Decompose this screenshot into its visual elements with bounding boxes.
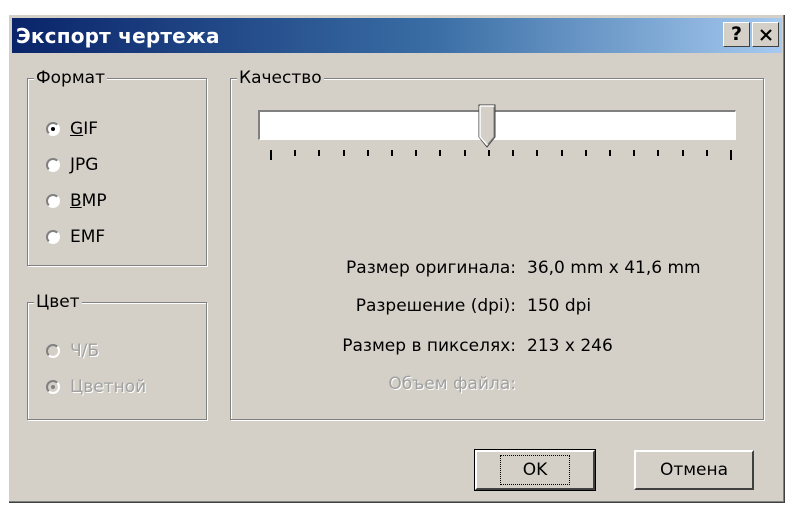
color-group: Цвет Ч/Б Цветной xyxy=(27,291,207,420)
format-legend: Формат xyxy=(34,67,107,89)
slider-tick xyxy=(512,150,515,156)
pixel-size-label: Размер в пикселях: xyxy=(342,336,516,356)
slider-tick xyxy=(294,150,297,156)
radio-checked-icon xyxy=(46,380,60,394)
cancel-button[interactable]: Отмена xyxy=(634,450,754,490)
slider-tick xyxy=(439,150,442,156)
radio-color[interactable]: Цветной xyxy=(46,375,146,399)
color-legend: Цвет xyxy=(34,291,82,313)
radio-bw[interactable]: Ч/Б xyxy=(46,339,99,363)
slider-tick xyxy=(560,150,563,156)
radio-bw-label: Ч/Б xyxy=(70,341,100,361)
original-size-label: Размер оригинала: xyxy=(346,258,516,278)
slider-tick xyxy=(342,150,345,156)
radio-unchecked-icon xyxy=(46,344,60,358)
ok-button-label: OK xyxy=(499,455,571,485)
slider-tick xyxy=(366,150,369,156)
slider-tick xyxy=(318,150,321,156)
close-button[interactable] xyxy=(752,22,779,47)
slider-tick xyxy=(391,150,394,156)
radio-checked-icon xyxy=(46,122,60,136)
slider-tick xyxy=(657,150,660,156)
radio-unchecked-icon xyxy=(46,158,60,172)
slider-tick xyxy=(681,150,684,156)
original-size-value: 36,0 mm x 41,6 mm xyxy=(527,258,701,278)
radio-color-label: Цветной xyxy=(70,377,147,397)
radio-bmp[interactable]: BMP xyxy=(46,189,107,213)
resolution-value: 150 dpi xyxy=(527,296,592,316)
slider-tick xyxy=(463,150,466,156)
resolution-label: Разрешение (dpi): xyxy=(355,296,516,316)
radio-jpg[interactable]: JPG xyxy=(46,153,98,177)
slider-tick xyxy=(730,150,732,160)
slider-tick xyxy=(536,150,539,156)
radio-unchecked-icon xyxy=(46,230,60,244)
slider-tick xyxy=(705,150,708,156)
close-icon xyxy=(759,29,772,41)
help-button[interactable]: ? xyxy=(723,22,750,47)
dialog-title: Экспорт чертежа xyxy=(16,24,220,48)
radio-jpg-label: JPG xyxy=(70,155,99,175)
slider-tick xyxy=(270,150,272,160)
slider-tick xyxy=(415,150,418,156)
slider-tick xyxy=(487,150,490,156)
pixel-size-value: 213 x 246 xyxy=(527,336,613,356)
radio-unchecked-icon xyxy=(46,194,60,208)
radio-emf[interactable]: EMF xyxy=(46,225,105,249)
title-bar[interactable]: Экспорт чертежа ? xyxy=(12,18,782,53)
slider-tick xyxy=(608,150,611,156)
radio-gif-label: GIF xyxy=(70,119,98,139)
radio-gif[interactable]: GIF xyxy=(46,117,98,141)
slider-tick xyxy=(633,150,636,156)
ok-button[interactable]: OK xyxy=(474,449,596,491)
format-group: Формат GIF JPG BMP EMF xyxy=(27,67,207,266)
radio-emf-label: EMF xyxy=(70,227,106,247)
radio-bmp-label: BMP xyxy=(70,191,107,211)
slider-ticks xyxy=(270,150,732,162)
quality-slider-thumb[interactable] xyxy=(478,104,496,148)
quality-slider-track[interactable] xyxy=(258,110,736,140)
file-size-label: Объем файла: xyxy=(388,374,516,394)
quality-legend: Качество xyxy=(237,67,324,89)
slider-tick xyxy=(584,150,587,156)
cancel-button-label: Отмена xyxy=(659,460,729,480)
